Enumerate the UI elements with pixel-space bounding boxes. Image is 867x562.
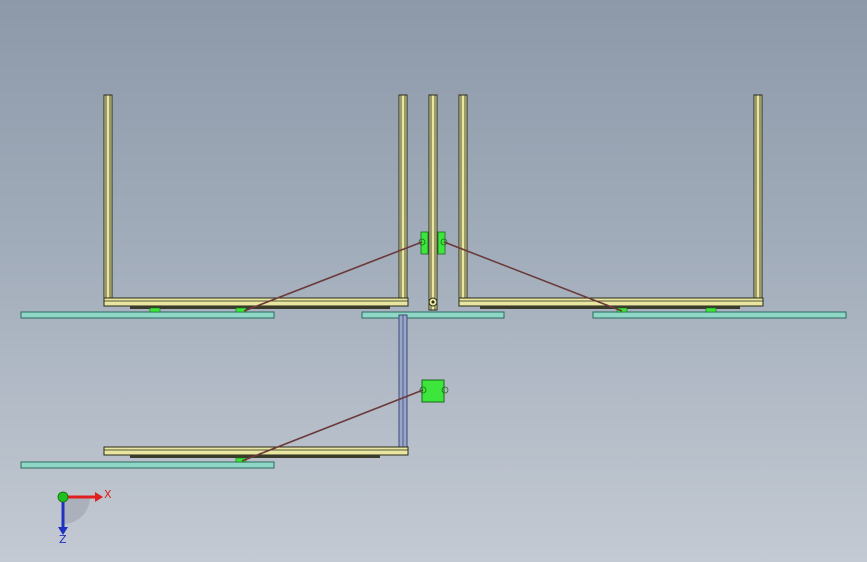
lower-assembly[interactable] xyxy=(20,314,449,469)
lower-actuator-block xyxy=(421,379,445,403)
cad-graphics-viewport[interactable]: X Z xyxy=(0,0,867,562)
profile-base-beam xyxy=(458,297,764,307)
upper-left-frame[interactable] xyxy=(20,94,409,319)
profile-left-upright xyxy=(103,94,113,306)
x-axis-label: X xyxy=(104,488,112,501)
y-axis-dot xyxy=(57,491,69,503)
upper-right-frame[interactable] xyxy=(458,94,847,319)
profile-right-upright xyxy=(398,94,408,306)
center-base-plate xyxy=(361,311,505,319)
base-plate xyxy=(20,311,275,319)
lower-base-plate xyxy=(20,461,275,469)
pivot-foot xyxy=(705,307,717,313)
pivot-foot xyxy=(149,307,161,313)
profile-right-upright xyxy=(753,94,763,306)
z-axis-label: Z xyxy=(59,533,67,546)
profile-left-upright xyxy=(458,94,468,306)
center-upright xyxy=(428,94,438,311)
assembly-drawing: X Z xyxy=(20,94,847,546)
base-plate xyxy=(592,311,847,319)
center-column[interactable] xyxy=(361,94,505,319)
lower-base-beam xyxy=(103,446,409,456)
profile-base-beam xyxy=(103,297,409,307)
reference-triad: X Z xyxy=(57,488,112,546)
